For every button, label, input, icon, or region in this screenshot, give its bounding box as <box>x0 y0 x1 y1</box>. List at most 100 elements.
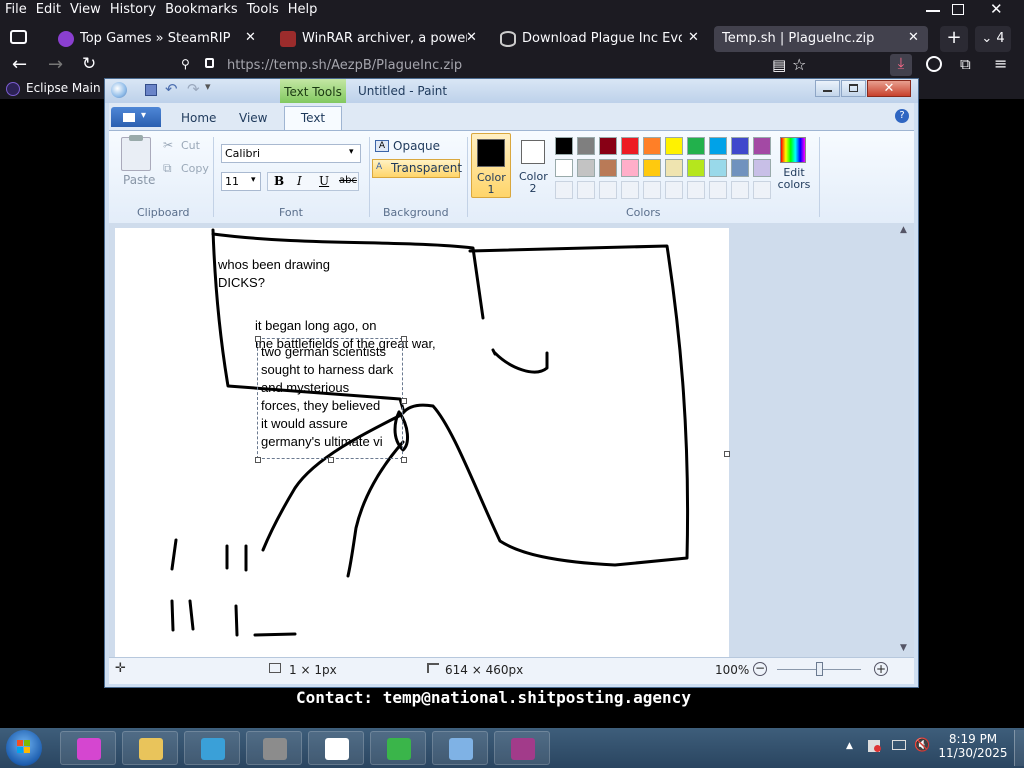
menu-file[interactable]: File <box>0 0 31 17</box>
help-icon[interactable]: ? <box>895 109 909 123</box>
resize-handle[interactable] <box>255 457 261 463</box>
cut-button[interactable]: Cut <box>181 139 200 152</box>
italic-button[interactable]: I <box>297 174 302 188</box>
edit-colors-button[interactable]: Edit colors <box>777 137 810 197</box>
menu-history[interactable]: History <box>105 0 160 17</box>
empty-palette-slot[interactable] <box>709 181 727 199</box>
palette-swatch[interactable] <box>599 137 617 155</box>
copy-icon[interactable]: ⧉ <box>163 161 172 176</box>
close-window-icon[interactable]: ✕ <box>990 0 1003 18</box>
bookmark-star-icon[interactable]: ☆ <box>792 55 806 74</box>
paint-close-button[interactable]: ✕ <box>867 80 911 97</box>
reload-icon[interactable]: ↻ <box>82 54 96 74</box>
minimize-icon[interactable] <box>926 10 940 12</box>
taskbar-button[interactable] <box>494 731 550 765</box>
empty-palette-slot[interactable] <box>753 181 771 199</box>
url-text[interactable]: https://temp.sh/AezpB/PlagueInc.zip <box>227 58 462 73</box>
bold-button[interactable]: B <box>274 174 284 188</box>
system-clock[interactable]: 8:19 PM 11/30/2025 <box>938 732 1008 760</box>
paint-minimize-button[interactable] <box>815 80 840 97</box>
palette-swatch[interactable] <box>555 159 573 177</box>
empty-palette-slot[interactable] <box>665 181 683 199</box>
palette-swatch[interactable] <box>753 137 771 155</box>
show-hidden-icons-icon[interactable]: ▲ <box>846 741 853 751</box>
tab-close-icon[interactable]: ✕ <box>466 30 477 45</box>
palette-swatch[interactable] <box>665 137 683 155</box>
zoom-in-button[interactable]: + <box>874 662 888 676</box>
empty-palette-slot[interactable] <box>621 181 639 199</box>
paste-button[interactable]: Paste <box>123 173 155 187</box>
back-arrow-icon[interactable]: ← <box>12 54 27 75</box>
menu-bookmarks[interactable]: Bookmarks <box>160 0 242 17</box>
palette-swatch[interactable] <box>621 159 639 177</box>
reader-view-icon[interactable]: ▤ <box>772 56 786 74</box>
palette-swatch[interactable] <box>687 137 705 155</box>
paint-maximize-button[interactable] <box>841 80 866 97</box>
paste-icon[interactable] <box>121 135 151 171</box>
palette-swatch[interactable] <box>643 159 661 177</box>
resize-handle[interactable] <box>401 457 407 463</box>
taskbar-button[interactable] <box>184 731 240 765</box>
copy-button[interactable]: Copy <box>181 162 209 175</box>
resize-handle[interactable] <box>401 336 407 342</box>
palette-swatch[interactable] <box>577 137 595 155</box>
tab-list-button[interactable]: ⌄ 4 <box>975 26 1011 52</box>
empty-palette-slot[interactable] <box>555 181 573 199</box>
tab-overview-icon[interactable] <box>10 30 27 44</box>
taskbar-button[interactable] <box>432 731 488 765</box>
tab-steamrip[interactable]: Top Games » SteamRIP ✕ <box>50 26 266 52</box>
tab-home[interactable]: Home <box>181 111 216 125</box>
palette-swatch[interactable] <box>709 137 727 155</box>
customize-qat-icon[interactable]: ▾ <box>205 80 211 93</box>
tab-close-icon[interactable]: ✕ <box>245 30 256 45</box>
palette-swatch[interactable] <box>577 159 595 177</box>
start-button[interactable] <box>6 730 42 766</box>
color2-button[interactable]: Color 2 <box>515 135 553 197</box>
scroll-up-icon[interactable]: ▲ <box>900 225 907 235</box>
show-desktop-button[interactable] <box>1014 730 1024 766</box>
color1-button[interactable]: Color 1 <box>471 133 511 198</box>
palette-swatch[interactable] <box>709 159 727 177</box>
vertical-scrollbar[interactable]: ▲ ▼ <box>897 223 913 657</box>
redo-icon[interactable]: ↷ <box>187 80 200 98</box>
empty-palette-slot[interactable] <box>599 181 617 199</box>
menu-help[interactable]: Help <box>283 0 322 17</box>
drawing-canvas[interactable]: whos been drawing DICKS? it began long a… <box>115 228 729 658</box>
opaque-button[interactable]: Opaque <box>393 139 440 153</box>
empty-palette-slot[interactable] <box>643 181 661 199</box>
empty-palette-slot[interactable] <box>577 181 595 199</box>
undo-icon[interactable]: ↶ <box>165 80 178 98</box>
palette-swatch[interactable] <box>665 159 683 177</box>
resize-handle[interactable] <box>328 457 334 463</box>
palette-swatch[interactable] <box>599 159 617 177</box>
tab-close-icon[interactable]: ✕ <box>908 30 919 45</box>
new-tab-button[interactable]: + <box>940 26 968 52</box>
font-family-select[interactable]: Calibri ▾ <box>221 144 361 163</box>
extensions-icon[interactable]: ⧉ <box>960 55 971 73</box>
transparent-button[interactable]: A Transparent <box>372 159 462 178</box>
save-icon[interactable] <box>145 84 157 96</box>
palette-swatch[interactable] <box>643 137 661 155</box>
menu-edit[interactable]: Edit <box>31 0 65 17</box>
taskbar-button[interactable] <box>60 731 116 765</box>
tab-text[interactable]: Text <box>284 106 342 131</box>
tab-tempsh[interactable]: Temp.sh | PlagueInc.zip ✕ <box>714 26 928 52</box>
action-center-icon[interactable] <box>868 740 881 752</box>
url-bar[interactable]: ⚲ https://temp.sh/AezpB/PlagueInc.zip <box>175 55 845 77</box>
active-text-box[interactable]: two german scientists sought to harness … <box>257 338 403 459</box>
resize-handle[interactable] <box>401 398 407 404</box>
underline-button[interactable]: U <box>319 174 329 188</box>
menu-view[interactable]: View <box>65 0 105 17</box>
volume-muted-icon[interactable]: 🔇 <box>914 738 930 753</box>
empty-palette-slot[interactable] <box>687 181 705 199</box>
network-icon[interactable] <box>892 740 906 750</box>
empty-palette-slot[interactable] <box>731 181 749 199</box>
account-icon[interactable] <box>926 56 942 72</box>
taskbar-button[interactable] <box>246 731 302 765</box>
scroll-down-icon[interactable]: ▼ <box>900 643 907 653</box>
palette-swatch[interactable] <box>555 137 573 155</box>
tab-view[interactable]: View <box>239 111 267 125</box>
menu-tools[interactable]: Tools <box>242 0 283 17</box>
menu-hamburger-icon[interactable]: ≡ <box>994 54 1007 73</box>
restore-icon[interactable] <box>952 4 964 15</box>
